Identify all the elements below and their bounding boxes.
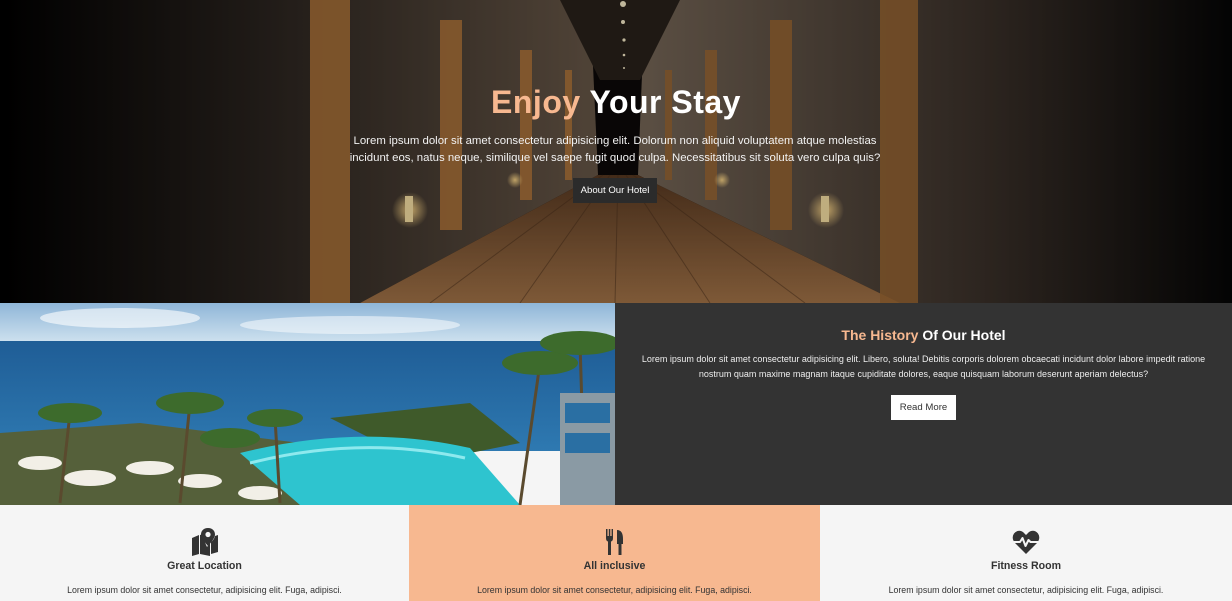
history-title-accent: The History xyxy=(841,327,919,343)
hero-title-accent: Enjoy xyxy=(491,84,581,120)
feature-title: Great Location xyxy=(167,560,242,572)
hero-content: Enjoy Your Stay Lorem ipsum dolor sit am… xyxy=(0,0,1232,303)
history-section: The History Of Our Hotel Lorem ipsum dol… xyxy=(615,303,1232,505)
features-section: Great Location Lorem ipsum dolor sit ame… xyxy=(0,505,1232,601)
utensils-icon xyxy=(605,529,623,555)
history-title: The History Of Our Hotel xyxy=(615,327,1232,343)
hero-title: Enjoy Your Stay xyxy=(0,84,1232,121)
read-more-button[interactable]: Read More xyxy=(891,395,956,420)
about-our-hotel-button[interactable]: About Our Hotel xyxy=(573,178,657,203)
feature-title: All inclusive xyxy=(583,560,646,572)
resort-pool-illustration xyxy=(0,303,615,505)
resort-pool-image xyxy=(0,303,615,505)
feature-text: Lorem ipsum dolor sit amet consectetur, … xyxy=(477,585,752,595)
feature-great-location: Great Location Lorem ipsum dolor sit ame… xyxy=(0,505,409,601)
feature-title: Fitness Room xyxy=(990,560,1062,572)
hero-section: Enjoy Your Stay Lorem ipsum dolor sit am… xyxy=(0,0,1232,303)
feature-fitness-room: Fitness Room Lorem ipsum dolor sit amet … xyxy=(820,505,1232,601)
map-marker-icon xyxy=(191,528,218,556)
hero-description: Lorem ipsum dolor sit amet consectetur a… xyxy=(349,135,881,164)
feature-text: Lorem ipsum dolor sit amet consectetur, … xyxy=(888,585,1164,595)
feature-text: Lorem ipsum dolor sit amet consectetur, … xyxy=(67,585,342,595)
heartbeat-icon xyxy=(1012,530,1040,554)
history-title-rest: Of Our Hotel xyxy=(918,327,1006,343)
feature-all-inclusive: All inclusive Lorem ipsum dolor sit amet… xyxy=(409,505,820,601)
hero-title-rest: Your Stay xyxy=(580,84,741,120)
history-description: Lorem ipsum dolor sit amet consectetur a… xyxy=(641,354,1206,379)
